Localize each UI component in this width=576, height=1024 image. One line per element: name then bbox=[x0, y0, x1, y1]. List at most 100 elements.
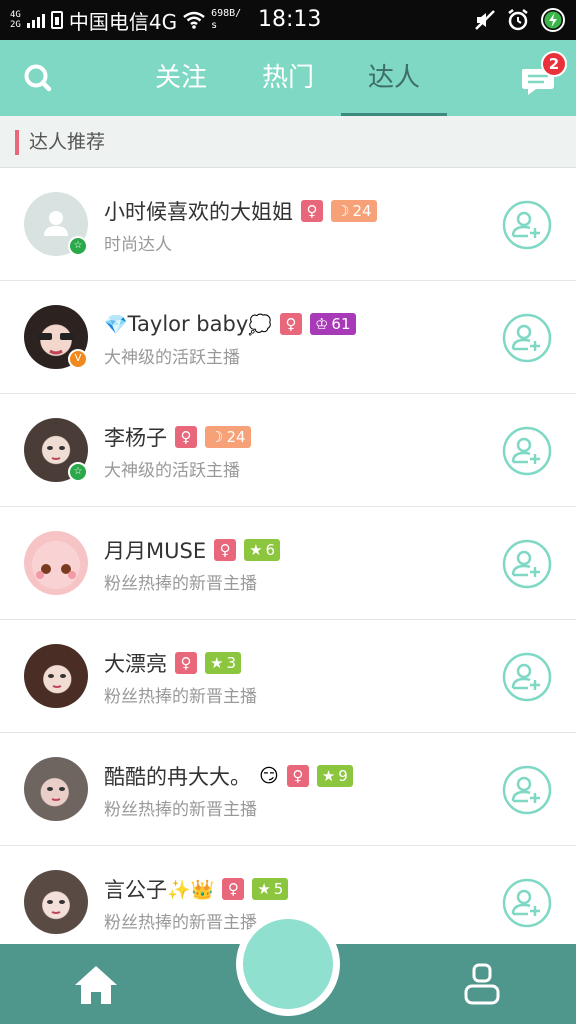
diamond-icon: 💎 bbox=[104, 313, 128, 336]
avatar[interactable] bbox=[24, 870, 88, 934]
speed-unit: s bbox=[211, 20, 218, 31]
top-nav: 关注 热门 达人 bbox=[0, 40, 576, 116]
wifi-icon bbox=[183, 11, 205, 29]
follow-button[interactable] bbox=[502, 200, 552, 250]
network-type: 4G 2G bbox=[10, 10, 21, 30]
gender-female-icon: ♀ bbox=[279, 313, 302, 335]
user-name: 李杨子 bbox=[104, 426, 167, 450]
list-item[interactable]: V 💎 Taylor baby 💭 ♀ ♔ 61 大神级的活跃主播 bbox=[0, 281, 576, 394]
network-speed: 698B/ s bbox=[211, 8, 241, 32]
name-line: 酷酷的冉大大。 😏 ♀ ★ 9 bbox=[104, 761, 353, 791]
network-type-top: 4G bbox=[10, 10, 21, 20]
level-badge: ☽ 24 bbox=[331, 200, 377, 222]
tab-follow[interactable]: 关注 bbox=[128, 40, 234, 116]
mute-icon bbox=[475, 10, 495, 30]
level-value: 61 bbox=[331, 315, 351, 333]
follow-button[interactable] bbox=[502, 539, 552, 589]
level-badge: ♔ 61 bbox=[309, 313, 356, 335]
moon-icon: ☽ bbox=[210, 428, 224, 446]
gender-female-icon: ♀ bbox=[214, 539, 237, 561]
verified-badge: V bbox=[68, 349, 88, 369]
user-name: Taylor baby bbox=[127, 312, 249, 336]
clock: 18:13 bbox=[258, 7, 322, 32]
start-live-button-inner bbox=[243, 919, 333, 1009]
alarm-icon bbox=[508, 9, 528, 31]
name-line: 💎 Taylor baby 💭 ♀ ♔ 61 bbox=[104, 309, 356, 339]
verified-badge: ☆ bbox=[68, 462, 88, 482]
level-badge: ★ 6 bbox=[244, 539, 281, 561]
status-bar: 4G 2G 中国电信4G 698B/ s 18:13 bbox=[0, 0, 576, 40]
star-icon: ★ bbox=[257, 880, 271, 898]
star-icon: ★ bbox=[321, 767, 336, 785]
search-icon[interactable] bbox=[18, 58, 58, 98]
tab-experts[interactable]: 达人 bbox=[341, 40, 447, 116]
star-icon: ★ bbox=[249, 541, 263, 559]
name-line: 月月MUSE ♀ ★ 6 bbox=[104, 535, 281, 565]
battery-charging-icon bbox=[541, 8, 565, 32]
status-bar-right bbox=[474, 0, 566, 40]
sim-icon bbox=[50, 11, 63, 29]
gender-female-icon: ♀ bbox=[301, 200, 323, 222]
level-badge: ★ 9 bbox=[316, 765, 353, 787]
profile-icon[interactable] bbox=[462, 962, 502, 1008]
follow-button[interactable] bbox=[502, 652, 552, 702]
name-line: 言公子 ✨👑 ♀ ★ 5 bbox=[104, 874, 289, 904]
follow-button[interactable] bbox=[502, 765, 552, 815]
user-name: 酷酷的冉大大。 bbox=[104, 765, 251, 789]
follow-button[interactable] bbox=[502, 313, 552, 363]
network-type-bottom: 2G bbox=[10, 20, 21, 30]
section-accent-bar bbox=[15, 130, 19, 155]
gender-female-icon: ♀ bbox=[175, 652, 197, 674]
message-count-badge: 2 bbox=[541, 51, 567, 77]
avatar[interactable] bbox=[24, 757, 88, 821]
user-name: 言公子 bbox=[104, 878, 167, 902]
moon-icon: ☽ bbox=[336, 202, 350, 220]
name-line: 李杨子 ♀ ☽ 24 bbox=[104, 422, 251, 452]
list-item[interactable]: 月月MUSE ♀ ★ 6 粉丝热捧的新晋主播 bbox=[0, 507, 576, 620]
user-title: 大神级的活跃主播 bbox=[104, 461, 240, 481]
user-title: 粉丝热捧的新晋主播 bbox=[104, 913, 257, 933]
user-name: 小时候喜欢的大姐姐 bbox=[104, 200, 293, 224]
level-value: 3 bbox=[226, 654, 236, 672]
avatar-photo bbox=[47, 900, 65, 914]
name-line: 小时候喜欢的大姐姐 ♀ ☽ 24 bbox=[104, 196, 377, 226]
speed-up: 698B/ bbox=[211, 8, 242, 19]
home-icon[interactable] bbox=[72, 962, 120, 1008]
gender-female-icon: ♀ bbox=[175, 426, 197, 448]
user-title: 粉丝热捧的新晋主播 bbox=[104, 687, 257, 707]
list-item[interactable]: ☆ 李杨子 ♀ ☽ 24 大神级的活跃主播 bbox=[0, 394, 576, 507]
avatar-photo bbox=[48, 674, 66, 688]
level-badge: ★ 5 bbox=[252, 878, 289, 900]
verified-badge: ☆ bbox=[68, 236, 88, 256]
list-item[interactable]: 大漂亮 ♀ ★ 3 粉丝热捧的新晋主播 bbox=[0, 620, 576, 733]
status-bar-left: 4G 2G 中国电信4G 698B/ s bbox=[10, 0, 241, 40]
user-title: 粉丝热捧的新晋主播 bbox=[104, 800, 257, 820]
sparkle-crown-icon: ✨👑 bbox=[167, 878, 215, 901]
tab-hot[interactable]: 热门 bbox=[235, 40, 341, 116]
user-name: 月月MUSE bbox=[104, 539, 207, 563]
start-live-button[interactable] bbox=[236, 912, 340, 1016]
list-item[interactable]: 酷酷的冉大大。 😏 ♀ ★ 9 粉丝热捧的新晋主播 bbox=[0, 733, 576, 846]
level-value: 6 bbox=[265, 541, 276, 559]
list-item[interactable]: ☆ 小时候喜欢的大姐姐 ♀ ☽ 24 时尚达人 bbox=[0, 168, 576, 281]
name-line: 大漂亮 ♀ ★ 3 bbox=[104, 648, 241, 678]
level-value: 5 bbox=[273, 880, 284, 898]
gender-female-icon: ♀ bbox=[222, 878, 245, 900]
user-title: 时尚达人 bbox=[104, 235, 172, 255]
user-name: 大漂亮 bbox=[104, 652, 167, 676]
gender-female-icon: ♀ bbox=[286, 765, 309, 787]
follow-button[interactable] bbox=[502, 426, 552, 476]
avatar[interactable] bbox=[24, 644, 88, 708]
user-title: 大神级的活跃主播 bbox=[104, 348, 240, 368]
crown-icon: ♔ bbox=[314, 315, 329, 333]
level-value: 24 bbox=[226, 428, 246, 446]
avatar-photo bbox=[32, 541, 80, 589]
avatar-photo bbox=[47, 787, 65, 801]
follow-button[interactable] bbox=[502, 878, 552, 928]
signal-icon bbox=[26, 12, 45, 28]
thought-bubble-icon: 💭 bbox=[248, 313, 272, 336]
avatar[interactable] bbox=[24, 531, 88, 595]
user-title: 粉丝热捧的新晋主播 bbox=[104, 574, 257, 594]
level-value: 9 bbox=[338, 767, 348, 785]
level-badge: ☽ 24 bbox=[205, 426, 251, 448]
